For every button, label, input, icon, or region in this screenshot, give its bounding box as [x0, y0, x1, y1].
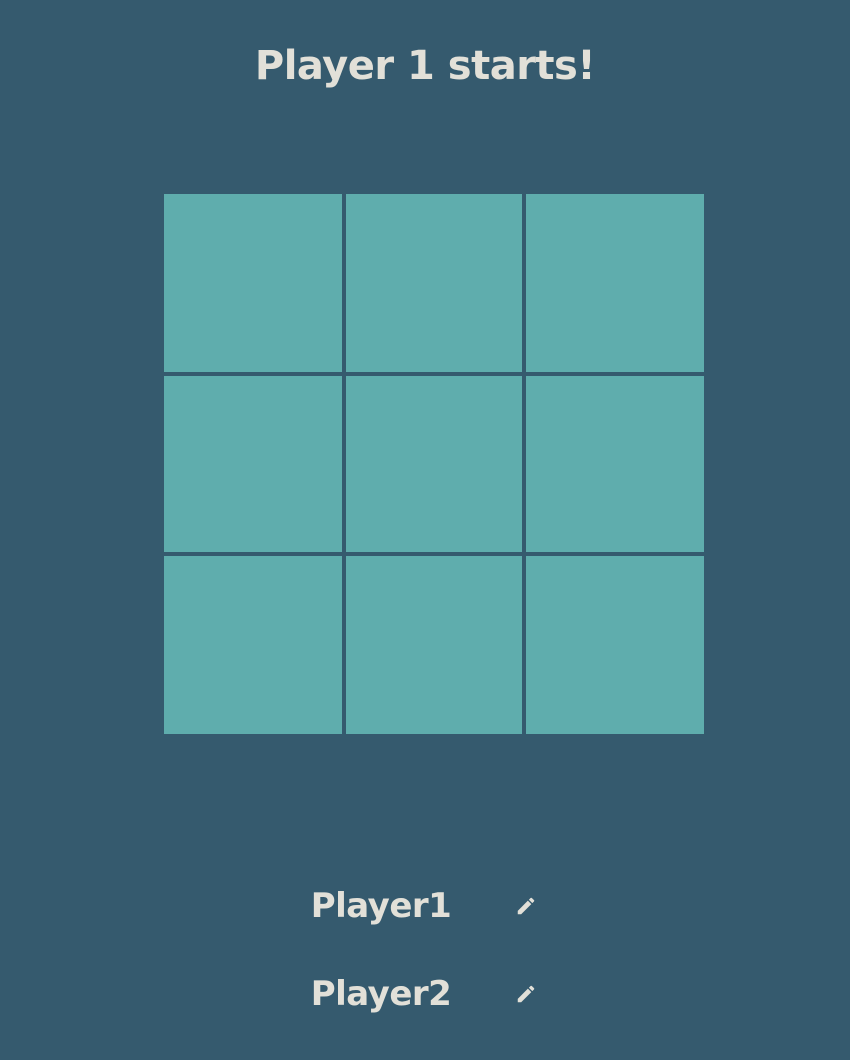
status-message: Player 1 starts! [254, 43, 596, 89]
player-1-name: Player1 [310, 886, 452, 926]
board-cell-8[interactable] [346, 556, 522, 734]
pencil-icon[interactable] [515, 983, 537, 1005]
board-cell-5[interactable] [346, 376, 522, 552]
board-cell-6[interactable] [526, 376, 704, 552]
pencil-icon[interactable] [515, 895, 537, 917]
board-cell-3[interactable] [526, 194, 704, 372]
board-cell-2[interactable] [346, 194, 522, 372]
board-cell-9[interactable] [526, 556, 704, 734]
player-1-row: Player1 [0, 881, 850, 931]
game-screen: Player 1 starts! Player1 Player2 [0, 0, 850, 1060]
tic-tac-toe-board [164, 194, 704, 734]
player-2-name: Player2 [310, 974, 452, 1014]
player-2-row: Player2 [0, 969, 850, 1019]
board-cell-1[interactable] [164, 194, 342, 372]
board-cell-7[interactable] [164, 556, 342, 734]
board-cell-4[interactable] [164, 376, 342, 552]
